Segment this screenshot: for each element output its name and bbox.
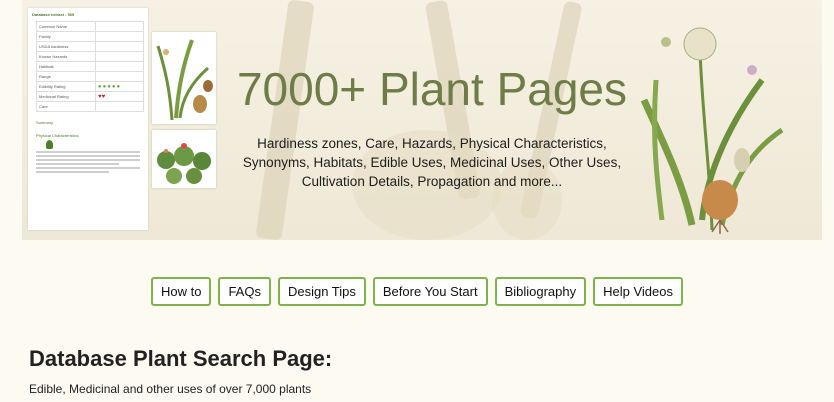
table-cell: Habitats bbox=[36, 61, 96, 72]
cactus-illustration-card bbox=[152, 130, 216, 188]
page-title: Database Plant Search Page: bbox=[29, 346, 333, 371]
datasheet-table: Common Name Family USDA hardiness Known … bbox=[36, 21, 144, 112]
table-cell bbox=[95, 21, 144, 32]
plant-illustration-icon bbox=[156, 39, 213, 121]
table-cell bbox=[95, 71, 144, 82]
nav-design-tips-button[interactable]: Design Tips bbox=[277, 277, 366, 306]
banner-subtitle: Hardiness zones, Care, Hazards, Physical… bbox=[242, 136, 622, 189]
table-cell: Family bbox=[36, 31, 96, 42]
botanical-illustration-card bbox=[152, 32, 216, 124]
table-cell: ♥♥ bbox=[95, 91, 144, 102]
table-row: Range bbox=[36, 71, 144, 82]
allium-illustration-icon bbox=[640, 27, 784, 234]
datasheet-subheading: Physical Characteristics bbox=[36, 133, 79, 138]
datasheet-paragraph bbox=[36, 151, 140, 173]
table-cell: USDA hardiness bbox=[36, 41, 96, 52]
table-row: USDA hardiness bbox=[36, 41, 144, 52]
table-cell: ●●●●● bbox=[95, 81, 144, 92]
help-nav: How to FAQs Design Tips Before You Start… bbox=[0, 277, 834, 306]
datasheet-heading: Database extract - 909 bbox=[32, 12, 75, 17]
table-cell: Common Name bbox=[36, 21, 96, 32]
table-cell bbox=[95, 31, 144, 42]
page-lead-text: Edible, Medicinal and other uses of over… bbox=[29, 382, 312, 396]
table-row: Habitats bbox=[36, 61, 144, 72]
nav-faqs-button[interactable]: FAQs bbox=[218, 277, 271, 306]
table-cell: Known Hazards bbox=[36, 51, 96, 62]
table-cell: Edibility Rating bbox=[36, 81, 96, 92]
table-row: Known Hazards bbox=[36, 51, 144, 62]
nav-how-to-button[interactable]: How to bbox=[150, 277, 212, 306]
rating-hearts-icon: ♥♥ bbox=[98, 93, 106, 100]
table-cell: Medicinal Rating bbox=[36, 91, 96, 102]
table-row: Family bbox=[36, 31, 144, 42]
table-cell: Range bbox=[36, 71, 96, 82]
nav-before-you-start-button[interactable]: Before You Start bbox=[372, 277, 488, 306]
rating-dots-icon: ●●●●● bbox=[98, 83, 122, 90]
plant-icon bbox=[46, 140, 53, 149]
table-cell bbox=[95, 61, 144, 72]
table-row: Care bbox=[36, 101, 144, 112]
cactus-illustration-icon bbox=[157, 143, 211, 184]
table-row: Edibility Rating ●●●●● bbox=[36, 81, 144, 92]
table-row: Medicinal Rating ♥♥ bbox=[36, 91, 144, 102]
plant-datasheet-thumbnail: Database extract - 909 Common Name Famil… bbox=[28, 8, 148, 230]
table-row: Common Name bbox=[36, 21, 144, 32]
datasheet-subheading: Summary bbox=[36, 120, 54, 125]
table-cell: Care bbox=[36, 101, 96, 112]
hero-banner: Database extract - 909 Common Name Famil… bbox=[22, 0, 822, 240]
table-cell bbox=[95, 51, 144, 62]
table-cell bbox=[95, 41, 144, 52]
banner-title: 7000+ Plant Pages bbox=[236, 63, 628, 115]
nav-help-videos-button[interactable]: Help Videos bbox=[593, 277, 683, 306]
nav-bibliography-button[interactable]: Bibliography bbox=[494, 277, 587, 306]
background-plant-stalk bbox=[255, 0, 315, 240]
table-cell bbox=[95, 101, 144, 112]
